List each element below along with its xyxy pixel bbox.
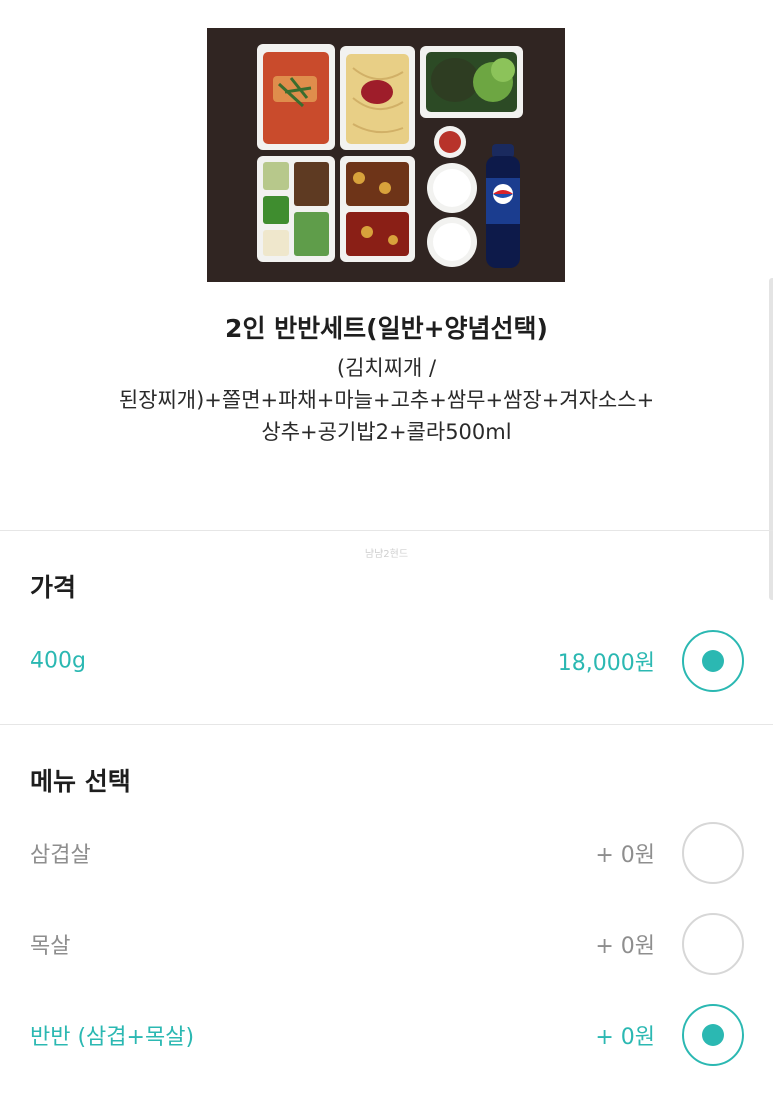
option-name: 반반 (삼겹+목살) bbox=[30, 1025, 195, 1050]
menu-option-moksal[interactable]: 목살 + 0원 bbox=[0, 913, 773, 975]
menu-option-banban[interactable]: 반반 (삼겹+목살) + 0원 bbox=[0, 1004, 773, 1066]
section-title-price: 가격 bbox=[30, 573, 77, 602]
product-title: 2인 반반세트(일반+양념선택) bbox=[225, 314, 548, 343]
option-price: + 0원 bbox=[595, 843, 655, 868]
product-description-line: 된장찌개)+쫄면+파채+마늘+고추+쌈무+쌈장+겨자소스+ bbox=[118, 388, 655, 412]
radio-selected-icon[interactable] bbox=[682, 630, 744, 692]
option-name: 목살 bbox=[30, 934, 71, 959]
product-photo bbox=[207, 28, 565, 282]
product-header: 2인 반반세트(일반+양념선택) (김치찌개 / 된장찌개)+쫄면+파채+마늘+… bbox=[0, 0, 773, 530]
option-price: + 0원 bbox=[595, 934, 655, 959]
product-description-line: (김치찌개 / bbox=[336, 356, 437, 380]
radio-unselected-icon[interactable] bbox=[682, 913, 744, 975]
option-name: 400g bbox=[30, 648, 86, 674]
radio-dot-icon bbox=[702, 1024, 724, 1046]
price-section: 냠냠2현드 가격 400g 18,000원 bbox=[0, 530, 773, 725]
radio-unselected-icon[interactable] bbox=[682, 822, 744, 884]
product-description-line: 상추+공기밥2+콜라500ml bbox=[261, 420, 512, 444]
faint-caption: 냠냠2현드 bbox=[364, 549, 409, 560]
food-set-image bbox=[207, 28, 565, 282]
option-name: 삼겹살 bbox=[30, 843, 91, 868]
option-price: + 0원 bbox=[595, 1025, 655, 1050]
product-description: (김치찌개 / 된장찌개)+쫄면+파채+마늘+고추+쌈무+쌈장+겨자소스+ 상추… bbox=[60, 352, 713, 448]
radio-dot-icon bbox=[702, 650, 724, 672]
radio-selected-icon[interactable] bbox=[682, 1004, 744, 1066]
option-price: 18,000원 bbox=[557, 651, 655, 676]
price-option-400g[interactable]: 400g 18,000원 bbox=[0, 630, 773, 692]
menu-section: 메뉴 선택 삼겹살 + 0원 목살 + 0원 반반 (삼겹+목살) + 0원 bbox=[0, 724, 773, 1106]
section-title-menu: 메뉴 선택 bbox=[30, 767, 131, 796]
menu-option-samgyeopsal[interactable]: 삼겹살 + 0원 bbox=[0, 822, 773, 884]
